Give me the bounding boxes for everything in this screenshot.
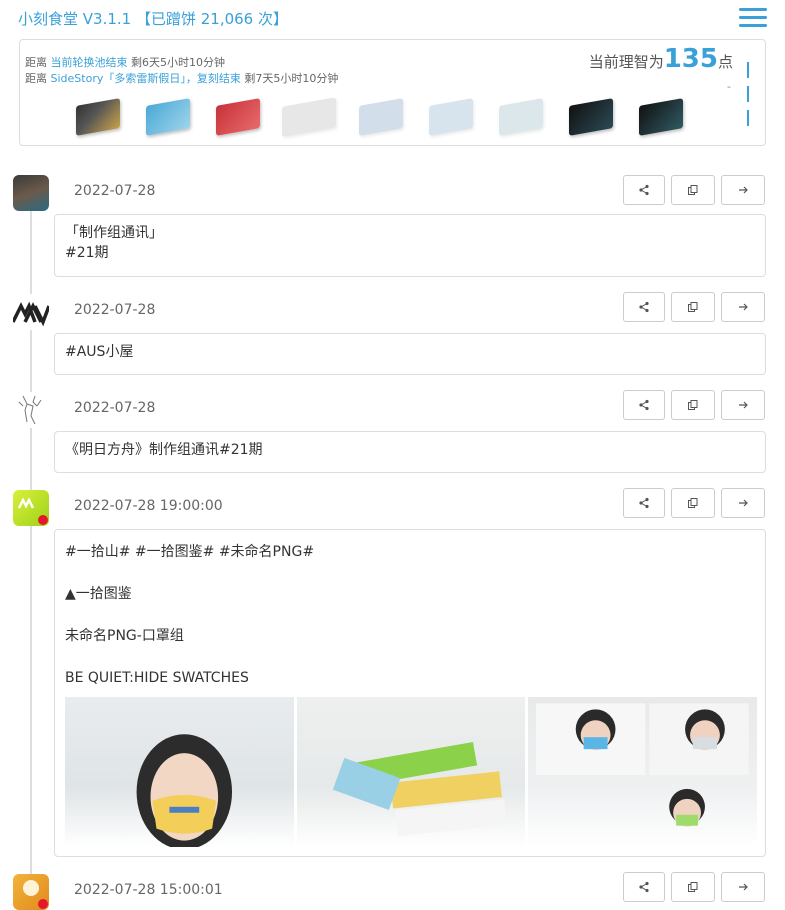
- sanity-value: 135: [663, 44, 718, 74]
- sanity-dash: -: [727, 80, 731, 93]
- arrow-right-icon: [739, 303, 748, 311]
- sanity-bars: [747, 62, 750, 134]
- dark-teal-chip-icon: [565, 96, 617, 138]
- exp-card-icon: [72, 96, 124, 138]
- post-header: 2022-07-28: [0, 292, 785, 330]
- dark-teal-chip-icon: [635, 96, 687, 138]
- post-header: 2022-07-28: [0, 390, 785, 428]
- post-content: 「制作组通讯」 #21期: [54, 214, 766, 277]
- share-icon: [639, 881, 649, 893]
- share-button[interactable]: [623, 872, 665, 902]
- post-header: 2022-07-28 19:00:00: [0, 488, 785, 526]
- share-button[interactable]: [623, 292, 665, 322]
- copy-icon: [688, 302, 698, 312]
- status-panel: 距离 当前轮换池结束 剩6天5小时10分钟 距离 SideStory「多索雷斯假…: [19, 39, 766, 146]
- post-content: #AUS小屋: [54, 333, 766, 375]
- app-title: 小刻食堂 V3.1.1 【已蹭饼 21,066 次】: [18, 10, 288, 28]
- share-button[interactable]: [623, 390, 665, 420]
- share-icon: [639, 301, 649, 313]
- sanity-display: 当前理智为135点: [588, 44, 733, 74]
- post-content: 《明日方舟》制作组通讯#21期: [54, 431, 766, 473]
- mask-photo-2[interactable]: [296, 697, 526, 847]
- copy-button[interactable]: [671, 488, 715, 518]
- cooking-weibo-avatar[interactable]: [13, 874, 49, 910]
- red-ticket-icon: [212, 96, 264, 138]
- sidestory-countdown: 距离 SideStory「多索雷斯假日」，复刻结束 剩7天5小时10分钟: [25, 72, 339, 85]
- share-icon: [639, 399, 649, 411]
- open-link-button[interactable]: [721, 390, 765, 420]
- copy-icon: [688, 185, 698, 195]
- arrow-right-icon: [739, 499, 748, 507]
- open-link-button[interactable]: [721, 872, 765, 902]
- post-content: #一拾山# #一拾图鉴# #未命名PNG# ▲一拾图鉴 未命名PNG-口罩组 B…: [54, 529, 766, 857]
- open-link-button[interactable]: [721, 488, 765, 518]
- share-icon: [639, 497, 649, 509]
- pool-event-link[interactable]: 当前轮换池结束: [51, 56, 128, 69]
- copy-icon: [688, 882, 698, 892]
- sidestory-event-link[interactable]: SideStory「多索雷斯假日」，复刻结束: [51, 72, 241, 85]
- image-gallery: [65, 697, 758, 847]
- copy-button[interactable]: [671, 175, 715, 205]
- gray-device-icon: [282, 96, 336, 138]
- open-link-button[interactable]: [721, 175, 765, 205]
- copy-icon: [688, 400, 698, 410]
- post-date: 2022-07-28: [74, 400, 156, 416]
- purchase-certificate-icon: [142, 96, 194, 138]
- share-button[interactable]: [623, 175, 665, 205]
- deer-sketch-avatar[interactable]: [13, 392, 49, 428]
- arrow-right-icon: [739, 401, 748, 409]
- arrow-right-icon: [739, 883, 748, 891]
- copy-button[interactable]: [671, 390, 715, 420]
- pool-countdown: 距离 当前轮换池结束 剩6天5小时10分钟: [25, 56, 225, 69]
- mountain-logo-avatar[interactable]: [13, 294, 49, 330]
- copy-button[interactable]: [671, 292, 715, 322]
- arknights-character-avatar[interactable]: [13, 175, 49, 211]
- share-icon: [639, 184, 649, 196]
- copy-icon: [688, 498, 698, 508]
- post-date: 2022-07-28: [74, 183, 156, 199]
- arrow-right-icon: [739, 186, 748, 194]
- post-date: 2022-07-28 19:00:00: [74, 498, 223, 514]
- mask-photo-3[interactable]: [528, 697, 758, 847]
- open-link-button[interactable]: [721, 292, 765, 322]
- post-header: 2022-07-28 15:00:01: [0, 872, 785, 910]
- post-date: 2022-07-28 15:00:01: [74, 882, 223, 898]
- faded-card-icon: [495, 96, 547, 138]
- share-button[interactable]: [623, 488, 665, 518]
- menu-icon[interactable]: [737, 6, 767, 30]
- post-date: 2022-07-28: [74, 302, 156, 318]
- post-header: 2022-07-28: [0, 175, 785, 211]
- mask-photo-1[interactable]: [65, 697, 294, 847]
- copy-button[interactable]: [671, 872, 715, 902]
- faded-card-icon: [355, 96, 407, 138]
- mountain-weibo-avatar[interactable]: [13, 490, 49, 526]
- faded-card-icon: [425, 96, 477, 138]
